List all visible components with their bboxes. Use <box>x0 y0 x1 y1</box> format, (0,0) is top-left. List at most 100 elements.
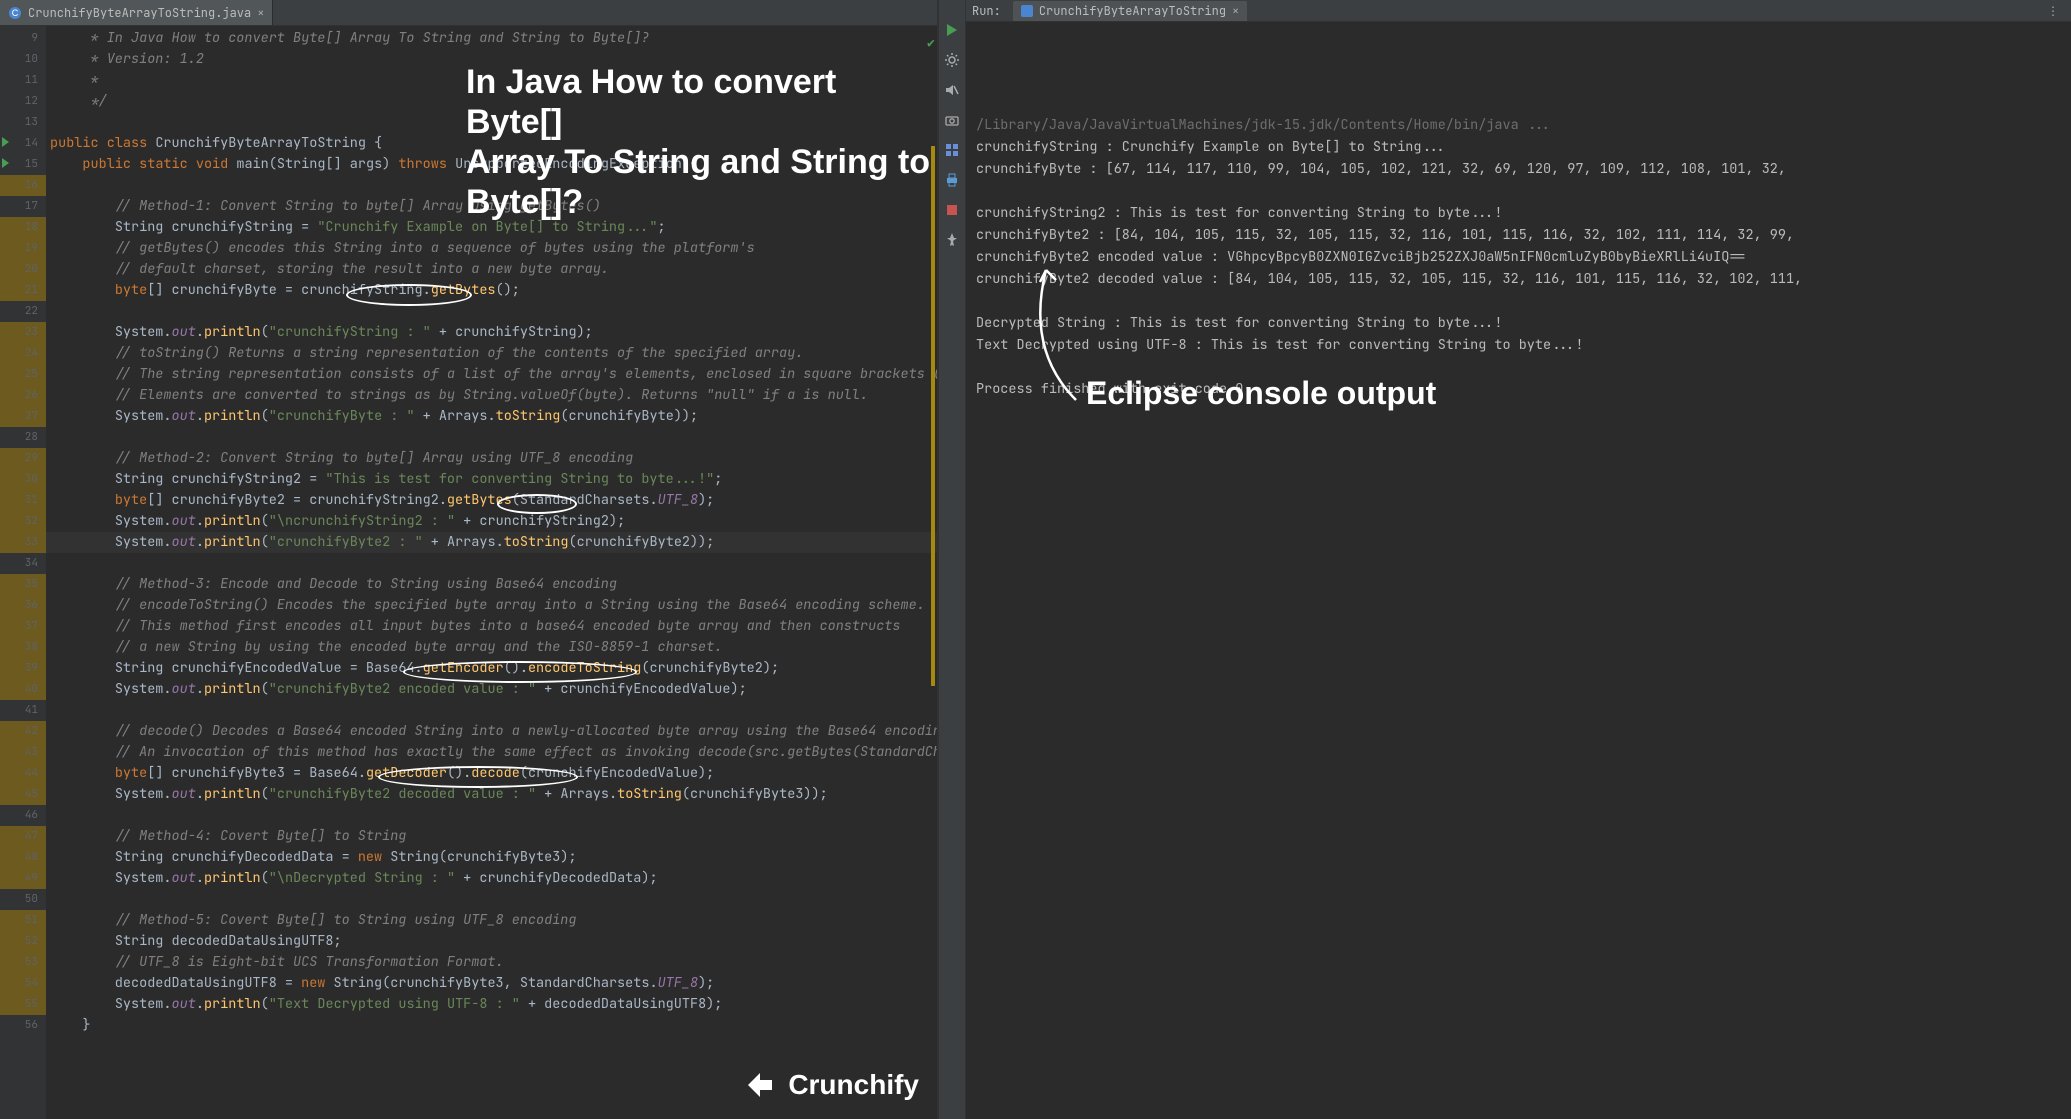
code-line: * In Java How to convert Byte[] Array To… <box>46 28 937 49</box>
console-output[interactable]: Eclipse console output /Library/Java/Jav… <box>966 22 2071 1119</box>
code-line: // default charset, storing the result i… <box>46 259 937 280</box>
line-number: 40 <box>0 679 46 700</box>
line-number: 35 <box>0 574 46 595</box>
line-number: 46 <box>0 805 46 826</box>
console-line: Process finished with exit code 0 <box>976 378 2061 400</box>
code-line: // Method-1: Convert String to byte[] Ar… <box>46 196 937 217</box>
code-line: // toString() Returns a string represent… <box>46 343 937 364</box>
line-number: 29 <box>0 448 46 469</box>
line-number: 47 <box>0 826 46 847</box>
code-line: byte[] crunchifyByte2 = crunchifyString2… <box>46 490 937 511</box>
console-line: crunchifyByte : [67, 114, 117, 110, 99, … <box>976 158 2061 180</box>
console-line: crunchifyString : Crunchify Example on B… <box>976 136 2061 158</box>
line-number: 9 <box>0 28 46 49</box>
mute-icon[interactable] <box>944 82 960 98</box>
code-line: decodedDataUsingUTF8 = new String(crunch… <box>46 973 937 994</box>
editor-tab-label: CrunchifyByteArrayToString.java <box>28 5 251 21</box>
close-icon[interactable]: × <box>1232 3 1239 19</box>
console-line: crunchifyString2 : This is test for conv… <box>976 202 2061 224</box>
console-line: crunchifyByte2 decoded value : [84, 104,… <box>976 268 2061 290</box>
run-panel-header: Run: CrunchifyByteArrayToString × ⋮ <box>966 0 2071 22</box>
line-number: 25 <box>0 364 46 385</box>
code-line: // Method-3: Encode and Decode to String… <box>46 574 937 595</box>
run-panel: Run: CrunchifyByteArrayToString × ⋮ Ecli… <box>966 0 2071 1119</box>
line-number: 34 <box>0 553 46 574</box>
code-line: System.out.println("crunchifyByte2 decod… <box>46 784 937 805</box>
run-config-tab[interactable]: CrunchifyByteArrayToString × <box>1013 1 1247 21</box>
line-number: 48 <box>0 847 46 868</box>
console-line <box>976 290 2061 312</box>
console-line <box>976 180 2061 202</box>
code-line <box>46 301 937 322</box>
line-number: 15 <box>0 154 46 175</box>
gutter-run-icon[interactable] <box>2 137 9 147</box>
code-line: public class CrunchifyByteArrayToString … <box>46 133 937 154</box>
line-number: 44 <box>0 763 46 784</box>
camera-icon[interactable] <box>944 112 960 128</box>
line-number: 55 <box>0 994 46 1015</box>
code-line: // encodeToString() Encodes the specifie… <box>46 595 937 616</box>
code-line: // Method-2: Convert String to byte[] Ar… <box>46 448 937 469</box>
line-number: 50 <box>0 889 46 910</box>
code-line: System.out.println("\nDecrypted String :… <box>46 868 937 889</box>
stop-icon[interactable] <box>944 202 960 218</box>
run-config-tab-label: CrunchifyByteArrayToString <box>1039 3 1226 19</box>
line-number: 41 <box>0 700 46 721</box>
editor-tabbar: C CrunchifyByteArrayToString.java × <box>0 0 937 26</box>
line-number: 12 <box>0 91 46 112</box>
line-number: 26 <box>0 385 46 406</box>
editor-panel: C CrunchifyByteArrayToString.java × 910 1… <box>0 0 938 1119</box>
line-number: 53 <box>0 952 46 973</box>
line-number: 13 <box>0 112 46 133</box>
pin-icon[interactable] <box>944 232 960 248</box>
close-icon[interactable]: × <box>257 5 264 21</box>
line-number: 30 <box>0 469 46 490</box>
code-line: String crunchifyEncodedValue = Base64.ge… <box>46 658 937 679</box>
line-number: 14 <box>0 133 46 154</box>
line-number: 22 <box>0 301 46 322</box>
console-line: crunchifyByte2 encoded value : VGhpcyBpc… <box>976 246 2061 268</box>
grid-icon[interactable] <box>944 142 960 158</box>
line-number: 20 <box>0 259 46 280</box>
code-line: */ <box>46 91 937 112</box>
line-number: 39 <box>0 658 46 679</box>
java-class-icon: C <box>8 6 22 20</box>
code-line: public static void main(String[] args) t… <box>46 154 937 175</box>
gear-icon[interactable] <box>944 52 960 68</box>
line-number: 37 <box>0 616 46 637</box>
line-number: 51 <box>0 910 46 931</box>
code-line: System.out.println("Text Decrypted using… <box>46 994 937 1015</box>
line-number: 23 <box>0 322 46 343</box>
code-line: // a new String by using the encoded byt… <box>46 637 937 658</box>
code-line: String crunchifyString2 = "This is test … <box>46 469 937 490</box>
line-number: 52 <box>0 931 46 952</box>
crunchify-logo-text: Crunchify <box>788 1069 919 1101</box>
svg-text:C: C <box>12 8 19 18</box>
line-number: 19 <box>0 238 46 259</box>
java-app-icon <box>1021 5 1033 17</box>
console-line <box>976 356 2061 378</box>
run-icon[interactable] <box>944 22 960 38</box>
code-line: // Method-4: Covert Byte[] to String <box>46 826 937 847</box>
code-line: * Version: 1.2 <box>46 49 937 70</box>
console-command-line: /Library/Java/JavaVirtualMachines/jdk-15… <box>976 114 2061 136</box>
run-more-icon[interactable]: ⋮ <box>2047 3 2061 19</box>
line-number: 38 <box>0 637 46 658</box>
console-line: crunchifyByte2 : [84, 104, 105, 115, 32,… <box>976 224 2061 246</box>
line-number: 49 <box>0 868 46 889</box>
print-icon[interactable] <box>944 172 960 188</box>
code-line: // Elements are converted to strings as … <box>46 385 937 406</box>
code-line <box>46 700 937 721</box>
code-area[interactable]: In Java How to convert Byte[] Array To S… <box>46 26 937 1119</box>
line-number: 56 <box>0 1015 46 1036</box>
console-line: Text Decrypted using UTF-8 : This is tes… <box>976 334 2061 356</box>
editor-tab[interactable]: C CrunchifyByteArrayToString.java × <box>0 0 273 25</box>
code-line: // The string representation consists of… <box>46 364 937 385</box>
gutter-run-icon[interactable] <box>2 158 9 168</box>
code-line <box>46 112 937 133</box>
line-number: 10 <box>0 49 46 70</box>
line-number: 33 <box>0 532 46 553</box>
code-line <box>46 175 937 196</box>
code-line: // decode() Decodes a Base64 encoded Str… <box>46 721 937 742</box>
editor-marker-strip: ✔ <box>925 26 937 1119</box>
